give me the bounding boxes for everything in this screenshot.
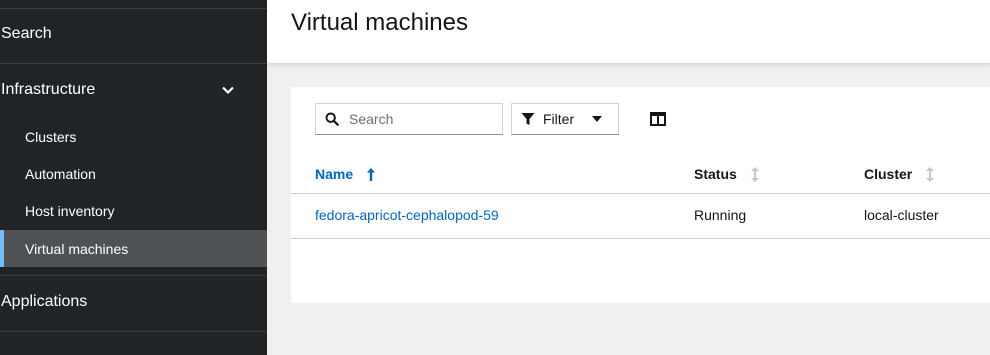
sidebar-group-infrastructure[interactable]: Infrastructure: [1, 63, 267, 117]
caret-down-icon: [592, 116, 602, 122]
vm-status: Running: [694, 207, 747, 223]
column-header-name[interactable]: Name: [315, 166, 376, 182]
sidebar-item-label: Automation: [25, 165, 96, 182]
sidebar: Search Infrastructure Clusters Automatio…: [0, 0, 267, 355]
sidebar-item-label: Search: [1, 25, 52, 42]
filter-dropdown[interactable]: Filter: [511, 103, 619, 135]
column-header-label: Status: [694, 166, 737, 182]
search-input[interactable]: [347, 110, 491, 128]
sidebar-item-search[interactable]: Search: [1, 7, 267, 61]
sidebar-item-label: Virtual machines: [25, 240, 129, 257]
column-header-label: Name: [315, 166, 354, 182]
sidebar-item-label: Clusters: [25, 128, 77, 145]
sort-ascending-icon: [367, 167, 376, 181]
search-field[interactable]: [315, 103, 503, 135]
vm-name-link[interactable]: fedora-apricot-cephalopod-59: [315, 207, 499, 223]
sidebar-group-label: Infrastructure: [1, 81, 96, 98]
sidebar-item-applications[interactable]: Applications: [1, 275, 267, 329]
table-card: Filter Name Status Cluster fedora-aprico…: [291, 87, 990, 303]
page-title: Virtual machines: [291, 9, 468, 36]
column-header-label: Cluster: [864, 166, 913, 182]
chevron-down-icon: [222, 86, 234, 95]
sort-icon: [926, 166, 935, 182]
manage-columns-icon[interactable]: [650, 112, 666, 126]
table-divider: [291, 238, 990, 239]
sort-icon: [750, 166, 759, 182]
sidebar-item-label: Host inventory: [25, 202, 115, 219]
sidebar-item-virtual-machines[interactable]: Virtual machines: [0, 230, 267, 267]
table-divider: [291, 193, 990, 194]
column-header-cluster[interactable]: Cluster: [864, 166, 935, 182]
sidebar-item-automation[interactable]: Automation: [0, 155, 267, 192]
sidebar-item-host-inventory[interactable]: Host inventory: [0, 192, 267, 229]
column-header-status[interactable]: Status: [694, 166, 759, 182]
filter-icon: [521, 113, 535, 125]
page-header: Virtual machines: [267, 0, 990, 63]
sidebar-item-label: Applications: [1, 293, 88, 310]
vm-cluster: local-cluster: [864, 207, 939, 223]
sidebar-divider: [0, 331, 267, 332]
sidebar-item-clusters[interactable]: Clusters: [0, 118, 267, 155]
filter-label: Filter: [543, 111, 575, 127]
search-icon: [325, 112, 339, 126]
